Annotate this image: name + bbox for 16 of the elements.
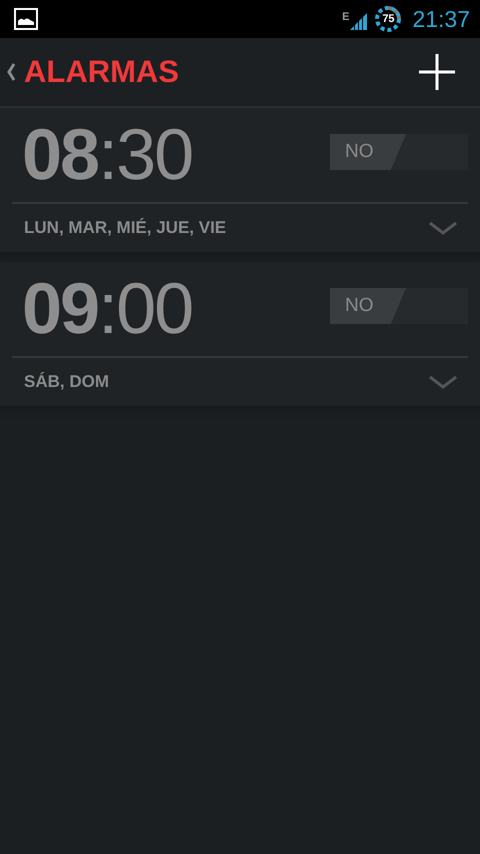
repeat-days: LUN, MAR, MIÉ, JUE, VIE [24,218,226,238]
alarm-time[interactable]: 09:00 [22,273,192,345]
battery-percent: 75 [381,13,396,25]
alarm-switch[interactable]: NO [330,134,468,170]
back-caret-icon[interactable] [6,63,16,81]
add-icon[interactable] [418,53,456,91]
alarm-time[interactable]: 08:30 [22,119,192,191]
repeat-days: SÁB, DOM [24,372,109,392]
status-time: 21:37 [412,6,470,32]
network-type-label: E [342,11,350,23]
battery-ring-icon [374,5,402,33]
alarm-card[interactable]: 09:00 NO SÁB, DOM [0,262,480,406]
alarm-switch[interactable]: NO [330,288,468,324]
screen-title: ALARMAS [24,54,180,90]
picture-notification-icon [14,8,38,30]
alarm-card[interactable]: 08:30 NO LUN, MAR, MIÉ, JUE, VIE [0,108,480,252]
